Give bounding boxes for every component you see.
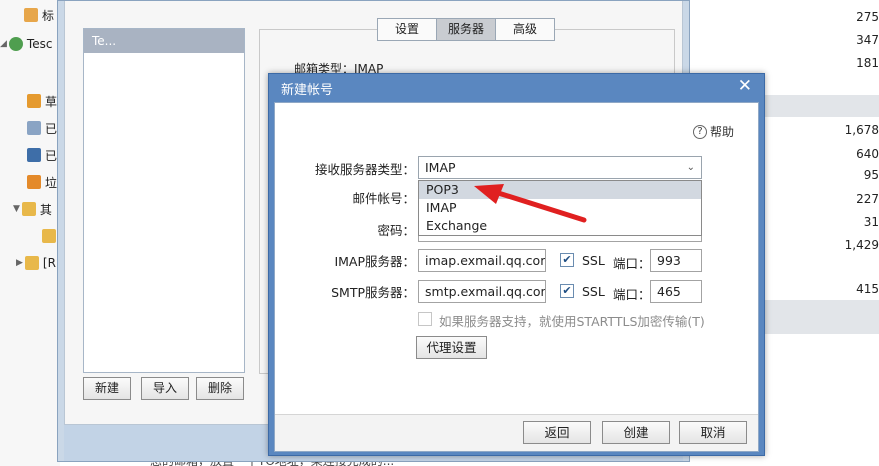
smtp-port-input[interactable]: 465 — [650, 280, 702, 303]
count-cell: 640 — [856, 147, 879, 161]
smtp-ssl-checkbox[interactable]: ✔ — [560, 284, 574, 298]
expand-icon[interactable]: ◢ — [0, 39, 7, 49]
folder-r[interactable]: ▶ [R — [0, 250, 60, 276]
count-cell: 1,678 — [844, 123, 879, 137]
server-type-select[interactable]: IMAP ⌄ — [418, 156, 702, 179]
help-icon: ? — [692, 124, 707, 139]
starttls-checkbox[interactable] — [418, 312, 432, 326]
imap-port-label: 端口： — [613, 256, 651, 271]
mail-account-label: 邮件帐号： — [352, 191, 415, 206]
new-account-button[interactable]: 新建 — [83, 377, 131, 400]
tag-icon — [24, 8, 38, 22]
count-cell: 415 — [856, 282, 879, 296]
junk-icon — [27, 175, 41, 189]
folder-deleted[interactable]: 已 — [0, 142, 60, 168]
smtp-server-input[interactable]: smtp.exmail.qq.com — [418, 280, 546, 303]
password-label: 密码： — [377, 223, 415, 238]
annotation-arrow-icon — [474, 184, 587, 223]
collapse-icon[interactable]: ▶ — [16, 258, 23, 268]
folder-icon — [21, 202, 36, 216]
cancel-button[interactable]: 取消 — [679, 421, 747, 444]
sent-icon — [27, 121, 41, 135]
folder-other[interactable]: ▼ 其 — [0, 196, 60, 222]
count-cell: 347 — [856, 33, 879, 47]
help-link[interactable]: ? 帮助 — [692, 123, 734, 140]
folder-tree: 标 ◢ Tesc 收 草 已 已 垃 ▼ 其 ▶ [R — [0, 0, 427, 466]
tab-server[interactable]: 服务器 — [436, 18, 496, 41]
chevron-down-icon[interactable]: ⌄ — [687, 157, 695, 178]
new-account-dialog: 新建帐号 ✕ ? 帮助 接收服务器类型： 邮件帐号： 密码： IMAP服务器： … — [268, 73, 765, 456]
help-label: 帮助 — [709, 125, 734, 139]
count-cell: 227 — [856, 192, 879, 206]
imap-server-input[interactable]: imap.exmail.qq.com — [418, 249, 546, 272]
server-type-value: IMAP — [425, 160, 456, 175]
imap-ssl-checkbox[interactable]: ✔ — [560, 253, 574, 267]
imap-port-input[interactable]: 993 — [650, 249, 702, 272]
count-cell: 181 — [856, 56, 879, 70]
account-icon — [8, 37, 23, 51]
account-list[interactable]: Te... — [83, 28, 245, 373]
settings-tabs: 设置 服务器 高级 — [377, 18, 555, 41]
folder-icon — [24, 256, 39, 270]
count-cell: 31 — [863, 215, 879, 229]
proxy-settings-button[interactable]: 代理设置 — [416, 336, 487, 359]
import-button[interactable]: 导入 — [141, 377, 189, 400]
tab-advanced[interactable]: 高级 — [495, 18, 555, 41]
create-button[interactable]: 创建 — [602, 421, 670, 444]
imap-ssl-label: SSL — [582, 253, 605, 268]
smtp-server-label: SMTP服务器： — [331, 285, 415, 300]
count-cell: 1,429 — [844, 238, 879, 252]
folder-drafts[interactable]: 草 — [0, 88, 60, 114]
tab-settings[interactable]: 设置 — [377, 18, 437, 41]
account-list-item[interactable]: Te... — [84, 29, 244, 53]
smtp-port-label: 端口： — [613, 287, 651, 302]
folder-sent[interactable]: 已 — [0, 115, 60, 141]
count-cell: 95 — [863, 168, 879, 182]
folder-junk[interactable]: 垃 — [0, 169, 60, 195]
folder-sub[interactable] — [0, 223, 60, 249]
imap-server-label: IMAP服务器： — [334, 254, 415, 269]
expand-icon[interactable]: ▼ — [13, 204, 20, 214]
count-cell: 275 — [856, 10, 879, 24]
smtp-ssl-label: SSL — [582, 284, 605, 299]
back-button[interactable]: 返回 — [523, 421, 591, 444]
dialog-title: 新建帐号 — [281, 83, 334, 98]
column-header — [764, 95, 879, 117]
starttls-label: 如果服务器支持，就使用STARTTLS加密传输(T) — [439, 314, 705, 329]
draft-icon — [27, 94, 41, 108]
server-type-label: 接收服务器类型： — [314, 162, 415, 177]
dialog-footer: 返回 创建 取消 — [275, 414, 758, 451]
dialog-body: ? 帮助 接收服务器类型： 邮件帐号： 密码： IMAP服务器： SMTP服务器… — [274, 102, 759, 452]
deleted-icon — [27, 148, 41, 162]
delete-account-button[interactable]: 删除 — [196, 377, 244, 400]
folder-icon — [42, 229, 56, 243]
account-node[interactable]: ◢ Tesc — [0, 31, 60, 57]
close-icon[interactable]: ✕ — [738, 76, 752, 96]
preview-band — [764, 300, 879, 334]
